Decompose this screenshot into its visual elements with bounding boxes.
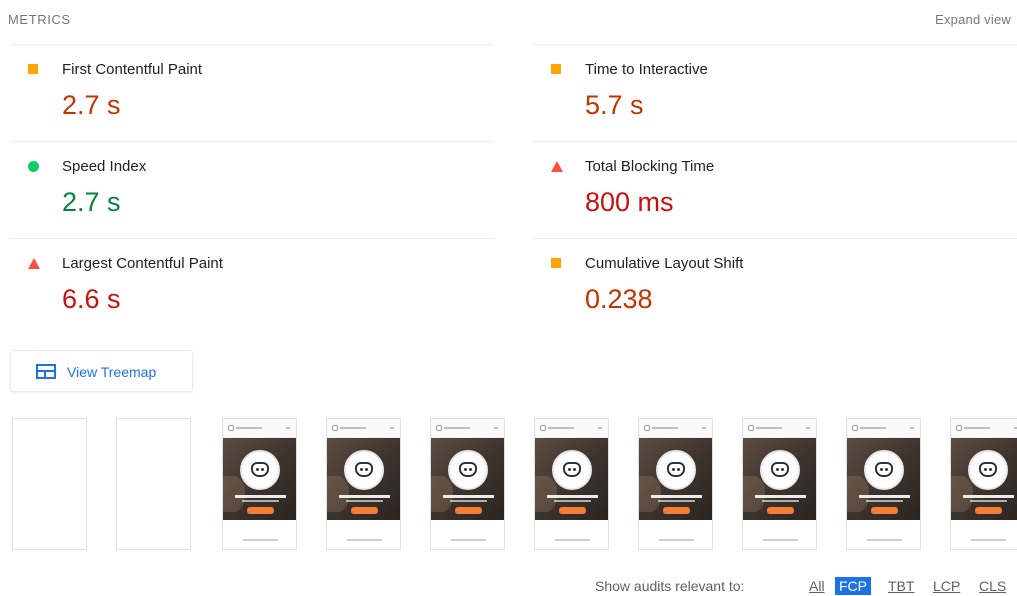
site-logo-icon <box>864 450 904 490</box>
metric-title: Cumulative Layout Shift <box>585 255 744 272</box>
filter-tbt[interactable]: TBT <box>886 577 916 595</box>
filter-cls[interactable]: CLS <box>977 577 1008 595</box>
metric-value: 5.7 s <box>585 90 644 120</box>
filter-fcp[interactable]: FCP <box>835 577 871 595</box>
metric-cumulative-layout-shift: Cumulative Layout Shift 0.238 <box>533 238 1017 334</box>
metric-title: Largest Contentful Paint <box>62 255 223 272</box>
metric-value: 2.7 s <box>62 90 121 120</box>
metric-value: 0.238 <box>585 284 653 314</box>
metric-time-to-interactive: Time to Interactive 5.7 s <box>533 44 1017 140</box>
site-logo-icon <box>968 450 1008 490</box>
filmstrip <box>12 418 1017 552</box>
metric-title: First Contentful Paint <box>62 61 203 78</box>
filter-all[interactable]: All <box>807 577 827 595</box>
expand-view-link[interactable]: Expand view <box>935 12 1011 27</box>
metric-speed-index: Speed Index 2.7 s <box>10 141 494 237</box>
metric-title: Time to Interactive <box>585 61 708 78</box>
view-treemap-button[interactable]: View Treemap <box>10 350 193 392</box>
audit-filter-label: Show audits relevant to: <box>595 578 745 594</box>
filter-lcp[interactable]: LCP <box>931 577 962 595</box>
filmstrip-frame <box>534 418 609 550</box>
average-square-icon <box>28 64 38 74</box>
metric-largest-contentful-paint: Largest Contentful Paint 6.6 s <box>10 238 494 334</box>
metric-first-contentful-paint: First Contentful Paint 2.7 s <box>10 44 494 140</box>
site-logo-icon <box>240 450 280 490</box>
site-logo-icon <box>760 450 800 490</box>
filmstrip-frame <box>116 418 191 550</box>
metrics-grid: First Contentful Paint 2.7 s Time to Int… <box>10 44 1017 334</box>
fail-triangle-icon <box>28 258 40 269</box>
filmstrip-frame <box>222 418 297 550</box>
metric-value: 6.6 s <box>62 284 121 314</box>
filmstrip-frame <box>430 418 505 550</box>
metric-title: Speed Index <box>62 158 147 175</box>
metric-value: 2.7 s <box>62 187 121 217</box>
filmstrip-frame <box>950 418 1017 550</box>
treemap-label: View Treemap <box>67 364 157 380</box>
metric-title: Total Blocking Time <box>585 158 715 175</box>
filmstrip-frame <box>742 418 817 550</box>
filmstrip-frame <box>12 418 87 550</box>
pass-circle-icon <box>28 161 39 172</box>
filmstrip-frame <box>846 418 921 550</box>
site-logo-icon <box>656 450 696 490</box>
average-square-icon <box>551 258 561 268</box>
metric-total-blocking-time: Total Blocking Time 800 ms <box>533 141 1017 237</box>
site-logo-icon <box>344 450 384 490</box>
treemap-icon <box>36 364 56 379</box>
site-logo-icon <box>448 450 488 490</box>
site-logo-icon <box>552 450 592 490</box>
fail-triangle-icon <box>551 161 563 172</box>
metrics-header: METRICS Expand view <box>8 10 1011 32</box>
filmstrip-frame <box>326 418 401 550</box>
section-title: METRICS <box>8 12 71 27</box>
filmstrip-frame <box>638 418 713 550</box>
metric-value: 800 ms <box>585 187 674 217</box>
average-square-icon <box>551 64 561 74</box>
